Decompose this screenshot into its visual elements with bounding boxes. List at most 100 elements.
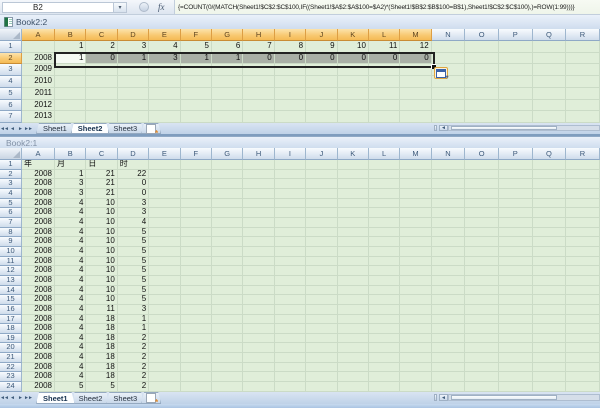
cell-K24[interactable]: [337, 382, 369, 392]
cell-J21[interactable]: [306, 353, 338, 363]
column-header-O[interactable]: O: [465, 148, 499, 160]
cell-R4[interactable]: [566, 188, 600, 199]
cell-J20[interactable]: [306, 343, 338, 354]
cell-M2[interactable]: 0: [400, 52, 432, 65]
column-header-K[interactable]: K: [337, 29, 369, 41]
cell-H23[interactable]: [243, 372, 275, 383]
cell-E20[interactable]: [149, 343, 181, 354]
cell-I12[interactable]: [274, 266, 307, 276]
row-header-4[interactable]: 4: [0, 188, 22, 199]
cell-H12[interactable]: [243, 266, 275, 276]
cell-K6[interactable]: [337, 208, 369, 218]
cell-E5[interactable]: [149, 198, 181, 209]
column-header-F[interactable]: F: [180, 29, 212, 41]
cell-M4[interactable]: [400, 188, 432, 199]
cell-H5[interactable]: [243, 198, 275, 209]
column-header-P[interactable]: P: [498, 29, 533, 41]
cell-D21[interactable]: 2: [117, 353, 150, 363]
cell-D6[interactable]: 3: [117, 208, 150, 218]
cell-B5[interactable]: [55, 87, 87, 100]
cell-G2[interactable]: 1: [211, 52, 244, 65]
cell-I19[interactable]: [274, 333, 307, 344]
cell-O22[interactable]: [465, 362, 499, 373]
cell-F16[interactable]: [180, 304, 212, 315]
cell-L24[interactable]: [368, 382, 401, 392]
cell-H15[interactable]: [243, 295, 275, 305]
cell-E14[interactable]: [149, 285, 181, 296]
cell-G6[interactable]: [211, 208, 244, 218]
cell-J15[interactable]: [306, 295, 338, 305]
cell-J1[interactable]: 9: [306, 41, 338, 53]
cell-F18[interactable]: [180, 324, 212, 334]
cell-N5[interactable]: [431, 198, 466, 209]
cell-G16[interactable]: [211, 304, 244, 315]
cell-Q3[interactable]: [532, 64, 567, 77]
cell-D1[interactable]: 时: [117, 160, 150, 170]
row-header-9[interactable]: 9: [0, 237, 22, 247]
cell-G8[interactable]: [211, 227, 244, 238]
cell-E3[interactable]: [149, 64, 181, 77]
cell-P15[interactable]: [498, 295, 533, 305]
cell-M12[interactable]: [400, 266, 432, 276]
cell-P3[interactable]: [498, 64, 533, 77]
cell-R7[interactable]: [566, 111, 600, 123]
cell-O6[interactable]: [465, 208, 499, 218]
tab-prev-icon[interactable]: ◄: [8, 123, 16, 134]
cell-O23[interactable]: [465, 372, 499, 383]
cell-B16[interactable]: 4: [55, 304, 87, 315]
cell-F21[interactable]: [180, 353, 212, 363]
cell-Q2[interactable]: [532, 169, 567, 180]
select-all-corner[interactable]: [0, 29, 22, 41]
cell-M22[interactable]: [400, 362, 432, 373]
cell-H1[interactable]: [243, 160, 275, 170]
cell-H4[interactable]: [243, 76, 275, 88]
cell-C21[interactable]: 18: [86, 353, 118, 363]
cell-O17[interactable]: [465, 314, 499, 325]
cell-J7[interactable]: [306, 217, 338, 228]
cell-C10[interactable]: 10: [86, 246, 118, 257]
cell-B13[interactable]: 4: [55, 275, 87, 286]
cell-P7[interactable]: [498, 111, 533, 123]
cell-M14[interactable]: [400, 285, 432, 296]
column-header-A[interactable]: A: [22, 29, 55, 41]
cell-I4[interactable]: [274, 188, 307, 199]
row-header-6[interactable]: 6: [0, 99, 22, 112]
cell-K6[interactable]: [337, 99, 369, 112]
cell-M7[interactable]: [400, 217, 432, 228]
cell-G13[interactable]: [211, 275, 244, 286]
cell-K1[interactable]: 10: [337, 41, 369, 53]
cell-K12[interactable]: [337, 266, 369, 276]
column-header-L[interactable]: L: [368, 29, 401, 41]
row-header-13[interactable]: 13: [0, 275, 22, 286]
cell-I2[interactable]: 0: [274, 52, 307, 65]
cell-P1[interactable]: [498, 41, 533, 53]
cell-B4[interactable]: [55, 76, 87, 88]
cell-R4[interactable]: [566, 76, 600, 88]
sheet-tab-sheet3[interactable]: Sheet3: [106, 123, 144, 134]
cell-R1[interactable]: [566, 41, 600, 53]
cell-M15[interactable]: [400, 295, 432, 305]
horizontal-scrollbar-thumb[interactable]: [451, 126, 557, 130]
cell-N7[interactable]: [431, 217, 466, 228]
cell-R3[interactable]: [566, 179, 600, 189]
cell-R16[interactable]: [566, 304, 600, 315]
cell-M23[interactable]: [400, 372, 432, 383]
cell-O3[interactable]: [465, 64, 499, 77]
cell-C19[interactable]: 18: [86, 333, 118, 344]
cell-F7[interactable]: [180, 111, 212, 123]
cell-R12[interactable]: [566, 266, 600, 276]
cell-P16[interactable]: [498, 304, 533, 315]
cell-J1[interactable]: [306, 160, 338, 170]
cell-N18[interactable]: [431, 324, 466, 334]
cell-M11[interactable]: [400, 256, 432, 267]
cell-C3[interactable]: 21: [86, 179, 118, 189]
cell-K3[interactable]: [337, 179, 369, 189]
cell-R13[interactable]: [566, 275, 600, 286]
cell-A3[interactable]: 2009: [22, 64, 55, 77]
cell-Q20[interactable]: [532, 343, 567, 354]
cell-D7[interactable]: 4: [117, 217, 150, 228]
cell-R14[interactable]: [566, 285, 600, 296]
row-header-4[interactable]: 4: [0, 76, 22, 88]
cell-C13[interactable]: 10: [86, 275, 118, 286]
cell-Q12[interactable]: [532, 266, 567, 276]
